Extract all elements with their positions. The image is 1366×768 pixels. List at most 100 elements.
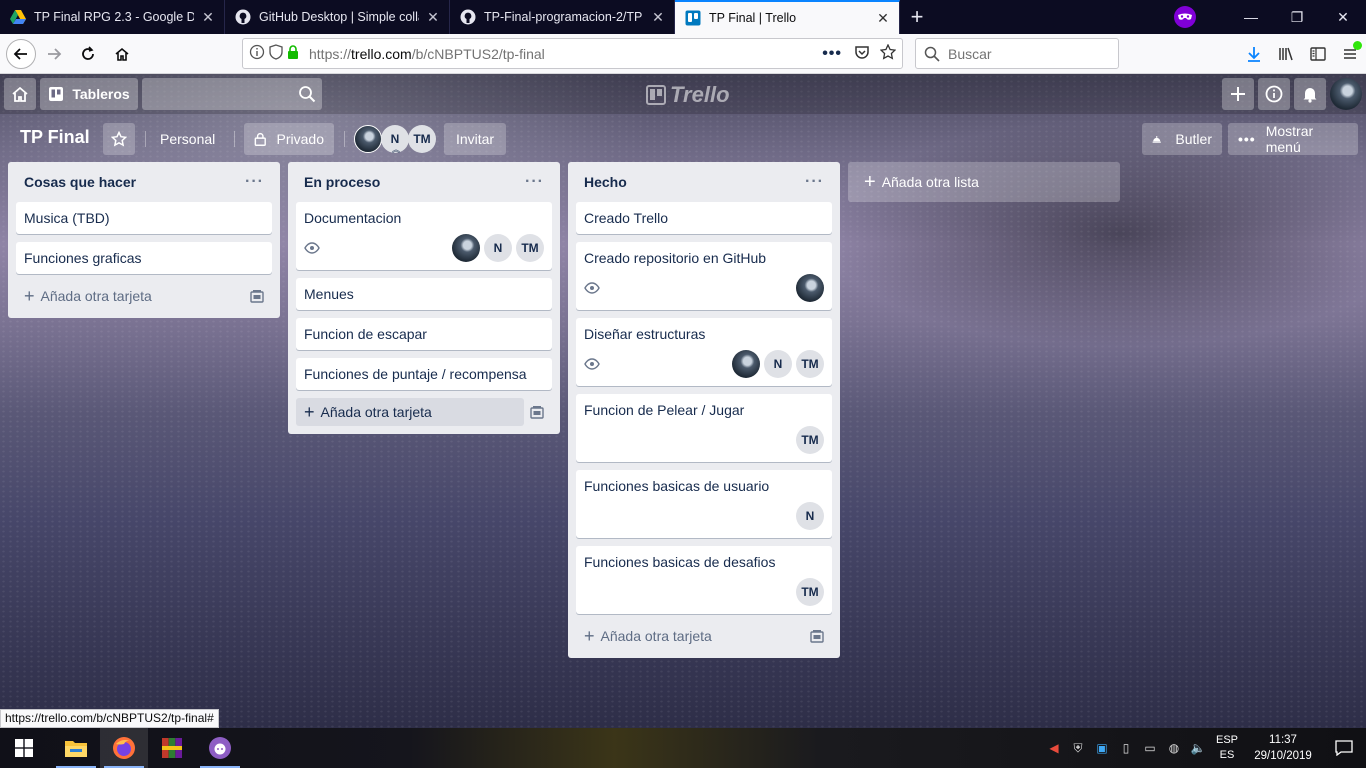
card[interactable]: Funciones basicas de usuario N — [576, 470, 832, 538]
sidebar-button[interactable] — [1302, 38, 1334, 70]
list-title[interactable]: Hecho — [584, 174, 627, 190]
add-card-button[interactable]: + Añada otra tarjeta — [576, 622, 832, 650]
notifications-button[interactable] — [1294, 78, 1326, 110]
list-header[interactable]: Hecho ··· — [576, 162, 832, 202]
card[interactable]: Creado repositorio en GitHub — [576, 242, 832, 310]
card[interactable]: Funciones de puntaje / recompensa — [296, 358, 552, 390]
trello-logo[interactable]: Trello — [646, 82, 730, 108]
tracking-shield-icon[interactable] — [269, 44, 283, 63]
clock-time: 11:37 — [1269, 734, 1297, 746]
back-button[interactable] — [6, 38, 36, 69]
list-header[interactable]: Cosas que hacer ··· — [16, 162, 272, 202]
member-avatar[interactable]: N — [796, 502, 824, 530]
board-search-input[interactable] — [142, 78, 322, 110]
team-button[interactable]: Personal — [150, 123, 225, 155]
star-board-button[interactable] — [103, 123, 135, 155]
add-list-button[interactable]: + Añada otra lista — [848, 162, 1120, 202]
pocket-icon[interactable] — [854, 44, 870, 63]
close-icon[interactable]: ✕ — [650, 9, 666, 25]
list-menu-icon[interactable]: ··· — [525, 173, 544, 191]
reload-button[interactable] — [72, 38, 104, 70]
tab-google-drive[interactable]: TP Final RPG 2.3 - Google Drive ✕ — [0, 0, 225, 34]
home-button[interactable] — [106, 38, 138, 70]
member-avatar[interactable]: TM — [516, 234, 544, 262]
app-tray-icon[interactable]: ▣ — [1090, 728, 1114, 768]
file-explorer-button[interactable] — [52, 728, 100, 768]
library-button[interactable] — [1270, 38, 1302, 70]
speaker-muted-icon[interactable]: 🔈 — [1186, 728, 1210, 768]
card[interactable]: Funciones graficas — [16, 242, 272, 274]
card-template-icon[interactable] — [530, 405, 544, 419]
list-title[interactable]: En proceso — [304, 174, 380, 190]
info-button[interactable] — [1258, 78, 1290, 110]
member-avatar[interactable] — [796, 274, 824, 302]
board-title[interactable]: TP Final — [20, 127, 90, 148]
butler-button[interactable]: Butler — [1142, 123, 1222, 155]
card-template-icon[interactable] — [810, 629, 824, 643]
usb-icon[interactable]: ▯ — [1114, 728, 1138, 768]
create-button[interactable] — [1222, 78, 1254, 110]
url-text[interactable]: https://trello.com/b/cNBPTUS2/tp-final — [309, 46, 822, 62]
member-avatar[interactable]: TM — [796, 578, 824, 606]
search-bar[interactable]: Buscar — [915, 38, 1119, 69]
user-avatar[interactable] — [1330, 78, 1362, 110]
url-bar[interactable]: https://trello.com/b/cNBPTUS2/tp-final •… — [242, 38, 903, 69]
tab-github-repo[interactable]: TP-Final-programacion-2/TP F ✕ — [450, 0, 675, 34]
member-avatar[interactable]: N ︽ — [381, 125, 409, 154]
card[interactable]: Diseñar estructuras N TM — [576, 318, 832, 386]
downloads-button[interactable] — [1238, 38, 1270, 70]
new-tab-button[interactable]: + — [900, 0, 934, 34]
card[interactable]: Funcion de Pelear / Jugar TM — [576, 394, 832, 462]
card[interactable]: Creado Trello — [576, 202, 832, 234]
show-menu-button[interactable]: ••• Mostrar menú — [1228, 123, 1358, 155]
menu-button[interactable] — [1334, 38, 1366, 70]
github-desktop-button[interactable] — [196, 728, 244, 768]
sync-icon[interactable]: ◍ — [1162, 728, 1186, 768]
invite-button[interactable]: Invitar — [444, 123, 506, 155]
boards-button[interactable]: Tableros — [40, 78, 138, 110]
member-avatar[interactable] — [732, 350, 760, 378]
page-actions-icon[interactable]: ••• — [822, 45, 842, 63]
add-card-button[interactable]: + Añada otra tarjeta — [16, 282, 272, 310]
member-avatar[interactable] — [452, 234, 480, 262]
list-header[interactable]: En proceso ··· — [296, 162, 552, 202]
restore-button[interactable]: ❐ — [1274, 0, 1320, 34]
network-icon[interactable]: ▭ — [1138, 728, 1162, 768]
card[interactable]: Funciones basicas de desafios TM — [576, 546, 832, 614]
bookmark-star-icon[interactable] — [879, 43, 897, 63]
volume-warning-icon[interactable]: ◀ — [1042, 728, 1066, 768]
card-template-icon[interactable] — [250, 289, 264, 303]
member-avatar[interactable]: TM — [408, 125, 436, 153]
member-avatar[interactable]: TM — [796, 350, 824, 378]
tab-github-desktop[interactable]: GitHub Desktop | Simple collab ✕ — [225, 0, 450, 34]
add-card-button[interactable]: + Añada otra tarjeta — [296, 398, 524, 426]
close-icon[interactable]: ✕ — [425, 9, 441, 25]
winrar-button[interactable] — [148, 728, 196, 768]
close-icon[interactable]: ✕ — [200, 9, 216, 25]
language-indicator[interactable]: ESP ES — [1210, 733, 1244, 763]
start-button[interactable] — [0, 728, 48, 768]
action-center-icon[interactable] — [1322, 728, 1366, 768]
security-shield-icon[interactable]: ⛨ — [1066, 728, 1090, 768]
list-title[interactable]: Cosas que hacer — [24, 174, 136, 190]
list-menu-icon[interactable]: ··· — [805, 173, 824, 191]
tab-trello[interactable]: TP Final | Trello ✕ — [675, 0, 900, 34]
member-avatar[interactable] — [354, 125, 382, 153]
member-avatar[interactable]: TM — [796, 426, 824, 454]
trello-home-button[interactable] — [4, 78, 36, 110]
clock[interactable]: 11:37 29/10/2019 — [1244, 732, 1322, 764]
visibility-button[interactable]: Privado — [244, 123, 334, 155]
member-avatar[interactable]: N — [764, 350, 792, 378]
card[interactable]: Funcion de escapar — [296, 318, 552, 350]
card[interactable]: Musica (TBD) — [16, 202, 272, 234]
forward-button[interactable] — [38, 38, 70, 70]
firefox-button[interactable] — [100, 728, 148, 768]
list-menu-icon[interactable]: ··· — [245, 173, 264, 191]
info-icon[interactable] — [249, 44, 265, 63]
close-window-button[interactable]: ✕ — [1320, 0, 1366, 34]
card[interactable]: Menues — [296, 278, 552, 310]
close-icon[interactable]: ✕ — [875, 10, 891, 26]
member-avatar[interactable]: N — [484, 234, 512, 262]
card[interactable]: Documentacion N TM — [296, 202, 552, 270]
minimize-button[interactable]: — — [1228, 0, 1274, 34]
